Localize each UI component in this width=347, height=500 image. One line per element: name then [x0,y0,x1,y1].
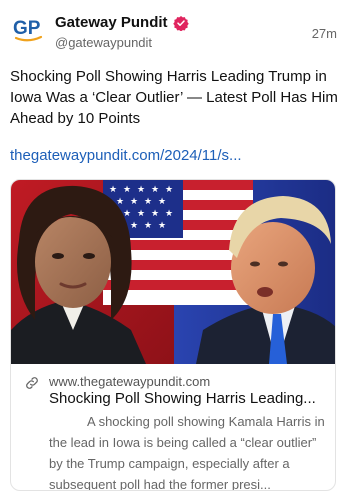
svg-text:★: ★ [137,185,145,195]
account-name-row: Gateway Pundit [55,14,189,31]
post-link[interactable]: thegatewaypundit.com/2024/11/s... [10,147,242,164]
account-name[interactable]: Gateway Pundit [55,14,168,31]
avatar-letters: GP [13,18,41,39]
account-handle[interactable]: @gatewaypundit [55,35,152,50]
svg-text:★: ★ [158,221,166,231]
link-description: A shocking poll showing Kamala Harris in… [49,414,325,491]
svg-text:★: ★ [165,185,173,195]
link-preview-meta: www.thegatewaypundit.com Shocking Poll S… [11,364,335,491]
link-domain: www.thegatewaypundit.com [49,374,211,389]
post-text: Shocking Poll Showing Harris Leading Tru… [10,68,338,127]
svg-text:★: ★ [151,209,159,219]
svg-text:★: ★ [144,221,152,231]
svg-text:★: ★ [123,185,131,195]
post-timestamp[interactable]: 27m [312,26,337,41]
svg-text:★: ★ [151,185,159,195]
account-avatar[interactable]: GP [10,10,46,46]
post-header: GP Gateway Pundit @gatewaypundit 27m [10,10,337,52]
article-thumbnail-image: ★★★★★ ★★★★ ★★★★★ ★★★★ [11,180,335,364]
svg-text:★: ★ [109,185,117,195]
link-icon [26,377,38,389]
gateway-pundit-logo: GP [13,18,43,42]
svg-text:★: ★ [144,197,152,207]
link-preview-card[interactable]: ★★★★★ ★★★★ ★★★★★ ★★★★ [10,179,336,491]
svg-text:★: ★ [165,209,173,219]
svg-text:★: ★ [130,197,138,207]
svg-text:★: ★ [137,209,145,219]
verified-badge-icon [172,15,189,31]
svg-text:★: ★ [130,221,138,231]
svg-text:★: ★ [158,197,166,207]
link-title[interactable]: Shocking Poll Showing Harris Leading... [49,390,331,407]
